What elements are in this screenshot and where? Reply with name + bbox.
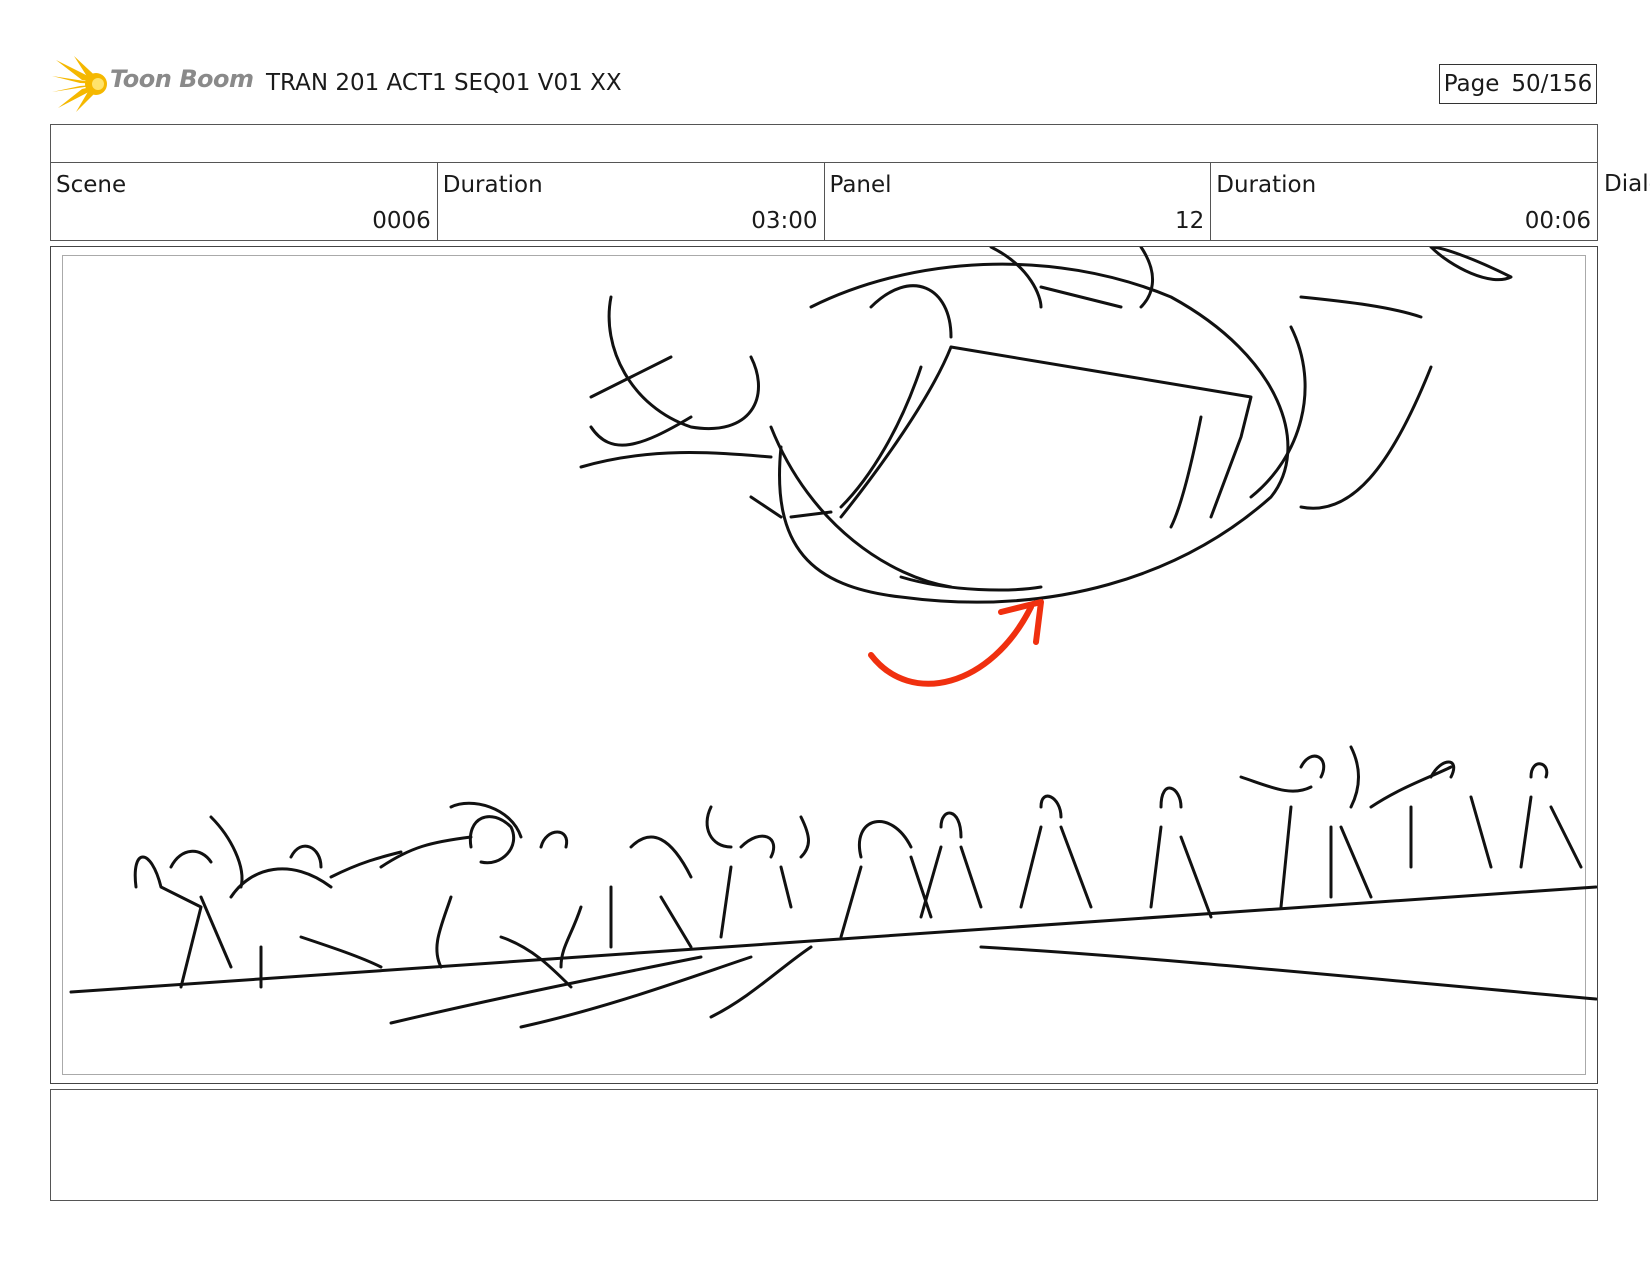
panel-number: 12 (1174, 208, 1205, 234)
scene-label: Scene (56, 172, 127, 198)
document-title: TRAN 201 ACT1 SEQ01 V01 XX (266, 70, 622, 96)
dialog-label: Dialo (1604, 171, 1650, 197)
logo-wordmark: Toon Boom (110, 65, 254, 93)
panel-cell: Panel 12 (825, 163, 1212, 240)
scene-duration-cell: Duration 03:00 (438, 163, 825, 240)
panel-duration-cell: Duration 00:06 (1211, 163, 1597, 240)
sequence-name-row (50, 124, 1598, 163)
motion-arrow-sketch (868, 599, 1044, 687)
notes-box (50, 1089, 1598, 1201)
scene-duration-value: 03:00 (751, 208, 818, 234)
panel-duration-label: Duration (1216, 172, 1317, 198)
scene-cell: Scene 0006 (51, 163, 438, 240)
page-label: Page (1443, 71, 1500, 97)
panel-sketch (69, 247, 1597, 1029)
scene-duration-label: Duration (442, 172, 543, 198)
toon-boom-logo: Toon Boom (52, 56, 254, 112)
crowd-sketch (133, 745, 1583, 989)
panel-duration-value: 00:06 (1524, 208, 1591, 234)
ground-lines-sketch (69, 885, 1597, 1029)
starburst-icon (52, 56, 107, 112)
panel-label: Panel (829, 172, 892, 198)
page-number: 50/156 (1511, 71, 1593, 97)
flying-creature-sketch (579, 247, 1513, 604)
page-indicator: Page 50/156 (1439, 64, 1597, 104)
storyboard-panel (50, 246, 1598, 1084)
panel-info-row: Scene 0006 Duration 03:00 Panel 12 Durat… (50, 162, 1598, 241)
scene-number: 0006 (372, 208, 431, 234)
